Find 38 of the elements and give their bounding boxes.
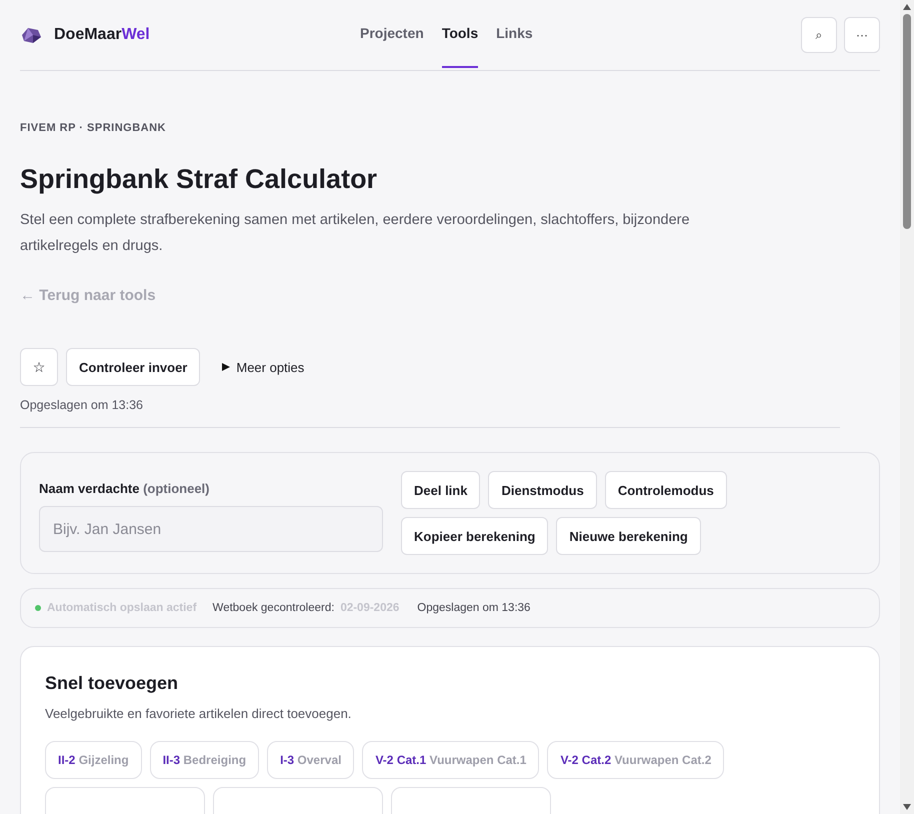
logo-icon bbox=[20, 26, 42, 44]
nav-tab[interactable]: Links bbox=[496, 0, 533, 68]
section-title: Snel toevoegen bbox=[45, 673, 180, 694]
scroll-down-icon[interactable] bbox=[903, 804, 911, 810]
brand-name[interactable]: DoeMaarWel bbox=[54, 26, 150, 44]
action-button[interactable]: Deel link bbox=[401, 471, 480, 509]
nav-tab[interactable]: Tools bbox=[442, 0, 478, 68]
action-button[interactable]: Controlemodus bbox=[604, 471, 727, 509]
favorite-button[interactable]: ☆ bbox=[20, 348, 58, 386]
article-chip[interactable] bbox=[391, 787, 551, 814]
article-chip[interactable]: II-2 Gijzeling bbox=[45, 741, 142, 779]
page-intro: Stel een complete strafberekening samen met artikelen, eerdere veroordelingen, slachtoffers, bijzondere artikelregels en drugs. bbox=[20, 211, 691, 256]
scrollbar[interactable] bbox=[900, 0, 914, 814]
saved-time: Opgeslagen om 13:36 bbox=[20, 398, 144, 412]
article-chip[interactable]: V-2 Cat.1 Vuurwapen Cat.1 bbox=[362, 741, 540, 779]
lawbook-label: Wetboek gecontroleerd: bbox=[212, 602, 334, 614]
article-chip[interactable]: V-2 Cat.2 Vuurwapen Cat.2 bbox=[547, 741, 724, 779]
eyebrow-label: FIVEM RP · SPRINGBANK bbox=[20, 122, 167, 134]
check-button[interactable]: Controleer invoer bbox=[66, 348, 200, 386]
action-button[interactable]: Kopieer berekening bbox=[401, 517, 548, 555]
saved-time: Opgeslagen om 13:36 bbox=[417, 602, 530, 614]
section-subtitle: Veelgebruikte en favoriete artikelen direct toevoegen. bbox=[45, 706, 352, 721]
scroll-up-icon[interactable] bbox=[903, 4, 911, 10]
field-label: Naam verdachte (optioneel) bbox=[39, 481, 210, 496]
article-chip[interactable] bbox=[213, 787, 383, 814]
article-chip[interactable]: II-3 Bedreiging bbox=[150, 741, 260, 779]
article-chip[interactable] bbox=[45, 787, 205, 814]
name-field[interactable]: Bijv. Jan Jansen bbox=[39, 506, 383, 552]
page-title: Springbank Straf Calculator bbox=[20, 164, 378, 195]
search-button[interactable]: ⌕ bbox=[801, 17, 837, 53]
article-chip[interactable]: I-3 Overval bbox=[267, 741, 354, 779]
triangle-icon bbox=[222, 363, 230, 371]
more-button[interactable]: ··· bbox=[844, 17, 880, 53]
action-button[interactable]: Dienstmodus bbox=[488, 471, 597, 509]
scroll-thumb[interactable] bbox=[903, 14, 911, 229]
more-options-toggle[interactable]: Meer opties bbox=[216, 358, 310, 376]
action-button[interactable]: Nieuwe berekening bbox=[556, 517, 701, 555]
nav-tab[interactable]: Projecten bbox=[360, 0, 424, 68]
